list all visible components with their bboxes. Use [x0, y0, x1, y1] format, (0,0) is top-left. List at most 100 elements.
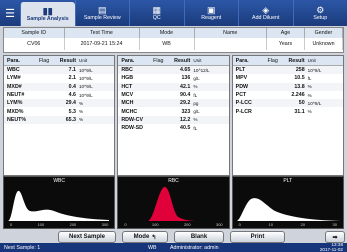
action-bar: Next Sample Mode ↰ Blank Print ➡ — [0, 231, 347, 243]
sample-id-field[interactable]: CV06 — [4, 38, 65, 50]
rbc-results-panel: Para. Flag Result Unit RBC 4.65 10^12/L HGB 136 g… — [117, 55, 230, 176]
menu-icon[interactable]: ☰ — [0, 0, 20, 26]
column-header: Age — [266, 28, 305, 38]
result-row: RDW-CV 12.2% — [118, 115, 229, 125]
drop-icon: ◈ — [262, 5, 270, 15]
axis-tick: 0 — [10, 222, 13, 227]
mode-value: WB — [139, 38, 195, 50]
result-table-header: Para. Flag Result Unit — [4, 56, 115, 66]
tab-setup[interactable]: ⚙ Setup — [292, 0, 347, 26]
result-cell: 40.5 — [180, 125, 191, 132]
result-row: P-LCR 31.1% — [233, 107, 343, 115]
axis-tick: 300 — [101, 222, 109, 227]
tab-add-diluent[interactable]: ◈ Add Diluent — [238, 0, 293, 26]
result-cell: 65.3 — [65, 116, 76, 123]
result-cell: 2.1 — [68, 75, 76, 82]
next-sample-button[interactable]: Next Sample — [58, 231, 116, 243]
result-table-header: Para. Flag Result Unit — [118, 56, 229, 66]
blank-button[interactable]: Blank — [174, 231, 224, 243]
unit-cell: fL — [307, 75, 312, 81]
rbc-histogram: RBC 0 100 200 300 — [117, 176, 230, 229]
result-cell: 136 — [181, 75, 191, 82]
unit-cell: % — [193, 84, 198, 90]
unit-cell: % — [307, 84, 312, 90]
column-header: Para. — [235, 57, 249, 64]
column-header: Sample ID — [4, 28, 65, 38]
result-row: PCT 2.246% — [233, 91, 343, 99]
result-row: WBC 7.1 10^9/L — [4, 66, 115, 75]
unit-cell: 10^12/L — [193, 67, 210, 73]
results-area: Para. Flag Result Unit WBC 7.1 10^9/L LYM# 2.1 10… — [3, 55, 344, 176]
axis-tick: 200 — [183, 222, 191, 227]
unit-cell: % — [79, 117, 84, 123]
datetime: 13:38 2017-11-02 — [319, 242, 343, 252]
column-header: Result — [174, 57, 191, 64]
parameter-cell: MCV — [121, 92, 134, 99]
axis-tick: 0 — [238, 222, 241, 227]
axis-tick: 0 — [124, 222, 127, 227]
parameter-cell: HGB — [121, 75, 134, 82]
parameter-cell: P-LCC — [235, 100, 252, 107]
wbc-results-panel: Para. Flag Result Unit WBC 7.1 10^9/L LYM# 2.1 10… — [3, 55, 116, 176]
axis-tick: 100 — [151, 222, 159, 227]
gender-field[interactable]: Unknown — [304, 38, 343, 50]
axis-tick: 30 — [332, 222, 337, 227]
tab-reagent[interactable]: ▣ Reagent — [183, 0, 239, 26]
axis-tick: 20 — [300, 222, 305, 227]
result-row: P-LCC 50 10^9/L — [232, 99, 343, 108]
result-row: RBC 4.65 10^12/L — [118, 66, 229, 75]
result-row: MPV 10.5 fL — [233, 74, 343, 82]
parameter-cell: MCH — [121, 100, 134, 107]
parameter-cell: MXD% — [7, 108, 24, 115]
histogram-axis: 0 100 200 300 — [4, 222, 114, 227]
wbc-histogram: WBC 0 100 200 300 — [3, 176, 116, 229]
tab-label: QC — [152, 15, 161, 21]
plt-curve — [236, 198, 341, 221]
axis-tick: 200 — [69, 222, 77, 227]
test-time-value: 2017-09-21 15:24 — [64, 38, 140, 50]
column-header: Test Time — [64, 28, 140, 38]
column-header: Para. — [7, 57, 20, 64]
parameter-cell: NEUT% — [7, 116, 27, 123]
next-sample-status: Next Sample: 1 — [4, 244, 41, 251]
axis-tick: 10 — [268, 222, 273, 227]
unit-cell: % — [193, 117, 198, 123]
mode-label: Mode — [133, 234, 150, 240]
parameter-cell: HCT — [121, 83, 133, 90]
mode-button[interactable]: Mode ↰ — [122, 231, 168, 243]
result-cell: 13.8 — [294, 83, 305, 90]
parameter-cell: MXD# — [7, 83, 22, 90]
result-row: NEUT% 65.3% — [4, 115, 115, 125]
unit-cell: fL — [193, 125, 198, 131]
result-cell: 29.4 — [65, 100, 76, 107]
histogram-title: PLT — [283, 178, 293, 184]
parameter-cell: RBC — [121, 67, 133, 74]
result-row: LYM# 2.1 10^9/L — [4, 74, 114, 82]
tab-qc[interactable]: ▦ QC — [129, 0, 184, 26]
column-header: Flag — [267, 57, 278, 64]
date-text: 2017-11-02 — [319, 246, 343, 252]
result-cell: 323 — [181, 108, 191, 115]
parameter-cell: RDW-CV — [121, 116, 143, 123]
name-field[interactable] — [194, 38, 267, 50]
tab-sample-analysis[interactable]: ▮▮ Sample Analysis — [20, 2, 75, 26]
tab-label: Reagent — [201, 15, 222, 21]
result-cell: 29.2 — [180, 100, 191, 107]
unit-cell: % — [79, 100, 84, 106]
result-table-header: Para. Flag Result Unit — [232, 56, 343, 66]
unit-cell: 10^9/L — [79, 84, 93, 90]
unit-cell: g/L — [193, 109, 200, 115]
column-header: Unit — [79, 58, 88, 63]
age-field[interactable]: Years — [266, 38, 305, 50]
tab-sample-review[interactable]: ▤ Sample Review — [74, 0, 130, 26]
result-row: LYM% 29.4% — [4, 99, 115, 108]
parameter-cell: WBC — [7, 67, 20, 74]
gear-icon: ⚙ — [316, 5, 325, 15]
print-button[interactable]: Print — [230, 231, 285, 243]
unit-cell: fL — [193, 92, 198, 98]
tab-label: Sample Review — [83, 15, 121, 21]
column-header: Mode — [139, 28, 195, 38]
result-cell: 4.6 — [68, 92, 76, 99]
column-header: Flag — [38, 57, 50, 64]
wbc-curve — [8, 190, 109, 221]
